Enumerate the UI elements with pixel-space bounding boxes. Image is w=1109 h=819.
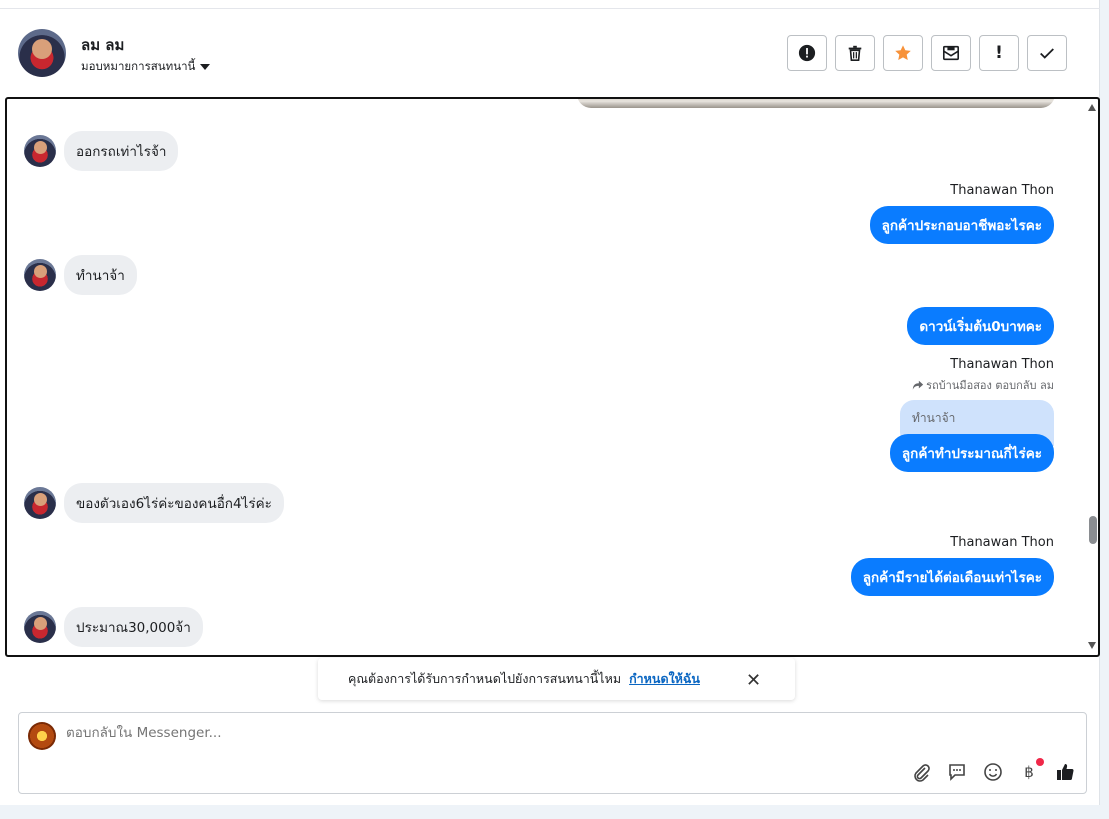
image-attachment[interactable] xyxy=(577,99,1055,108)
assign-to-me-link[interactable]: กำหนดให้ฉัน xyxy=(629,669,700,689)
caret-down-icon xyxy=(200,64,211,70)
delete-button[interactable] xyxy=(835,35,875,71)
message-bubble[interactable]: ทำนาจ้า xyxy=(64,255,137,295)
spam-button[interactable] xyxy=(787,35,827,71)
message-incoming: ทำนาจ้า xyxy=(24,255,137,295)
message-incoming: ของตัวเอง6ไร่ค่ะของคนอื่ก4ไร่ค่ะ xyxy=(24,483,284,523)
done-button[interactable] xyxy=(1027,35,1067,71)
avatar[interactable] xyxy=(24,611,56,643)
notice-text: คุณต้องการได้รับการกำหนดไปยังการสนทนานี้… xyxy=(348,671,622,686)
message-outgoing: Thanawan Thon ลูกค้าประกอบอาชีพอะไรคะ xyxy=(869,183,1054,244)
assign-notice: คุณต้องการได้รับการกำหนดไปยังการสนทนานี้… xyxy=(318,658,795,700)
reply-meta-text: รถบ้านมือสอง ตอบกลับ ลม xyxy=(926,379,1054,392)
alert-circle-icon xyxy=(798,44,816,62)
message-incoming: ประมาณ30,000จ้า xyxy=(24,607,203,647)
notification-dot xyxy=(1036,758,1044,766)
avatar[interactable] xyxy=(24,259,56,291)
thumbs-up-icon xyxy=(1057,764,1074,781)
message-bubble[interactable]: ลูกค้าทำประมาณกี่ไร่คะ xyxy=(889,434,1054,472)
message-bubble[interactable]: ของตัวเอง6ไร่ค่ะของคนอื่ก4ไร่ค่ะ xyxy=(64,483,284,523)
message-outgoing: Thanawan Thon ลูกค้ามีรายได้ต่อเดือนเท่า… xyxy=(850,535,1054,596)
message-bubble[interactable]: ประมาณ30,000จ้า xyxy=(64,607,203,647)
emoji-button[interactable] xyxy=(982,761,1004,783)
mark-unread-button[interactable] xyxy=(931,35,971,71)
composer-tools: ฿ xyxy=(910,758,1076,783)
payment-button[interactable]: ฿ xyxy=(1018,758,1044,783)
close-icon[interactable]: ✕ xyxy=(746,670,761,691)
message-incoming: ออกรถเท่าไรจ้า xyxy=(24,131,179,171)
trash-icon xyxy=(848,45,862,62)
header-actions: ! xyxy=(787,35,1067,71)
star-button[interactable] xyxy=(883,35,923,71)
message-thread[interactable]: ออกรถเท่าไรจ้า Thanawan Thon ลูกค้าประกอ… xyxy=(5,97,1100,657)
scrollbar-thumb[interactable] xyxy=(1089,516,1097,544)
scroll-down-arrow[interactable] xyxy=(1088,642,1096,649)
assign-dropdown[interactable]: มอบหมายการสนทนานี้ xyxy=(81,58,211,76)
exclamation-icon: ! xyxy=(995,43,1003,63)
star-icon xyxy=(895,45,911,61)
conversation-panel: ลม ลม มอบหมายการสนทนานี้ ! ออกรถเท่าไรจ้… xyxy=(0,0,1100,805)
sender-name: Thanawan Thon xyxy=(950,183,1054,198)
message-bubble[interactable]: ออกรถเท่าไรจ้า xyxy=(64,131,179,171)
reply-input[interactable] xyxy=(66,725,766,741)
message-bubble[interactable]: ดาวน์เริ่มต้น0บาทคะ xyxy=(907,307,1054,345)
page-avatar xyxy=(28,722,56,750)
sender-name: Thanawan Thon xyxy=(950,535,1054,550)
reply-arrow-icon xyxy=(912,380,924,390)
chat-bubble-icon xyxy=(949,764,965,781)
like-button[interactable] xyxy=(1054,761,1076,783)
message-outgoing: ดาวน์เริ่มต้น0บาทคะ xyxy=(907,307,1054,345)
envelope-icon xyxy=(942,45,960,61)
message-outgoing-reply: Thanawan Thon รถบ้านมือสอง ตอบกลับ ลม ทำ… xyxy=(889,357,1054,472)
paperclip-icon xyxy=(914,764,930,782)
attach-button[interactable] xyxy=(910,761,932,783)
scroll-up-arrow[interactable] xyxy=(1088,104,1096,111)
smiley-icon xyxy=(984,763,1002,781)
message-bubble[interactable]: ลูกค้ามีรายได้ต่อเดือนเท่าไรคะ xyxy=(850,558,1054,596)
saved-replies-button[interactable] xyxy=(946,761,968,783)
message-bubble[interactable]: ลูกค้าประกอบอาชีพอะไรคะ xyxy=(869,206,1054,244)
baht-icon: ฿ xyxy=(1024,763,1034,781)
follow-up-button[interactable]: ! xyxy=(979,35,1019,71)
check-icon xyxy=(1040,48,1054,59)
avatar[interactable] xyxy=(24,135,56,167)
sender-name: Thanawan Thon xyxy=(950,357,1054,372)
assign-label: มอบหมายการสนทนานี้ xyxy=(81,59,196,73)
reply-meta: รถบ้านมือสอง ตอบกลับ ลม xyxy=(912,376,1054,394)
contact-avatar[interactable] xyxy=(18,29,66,77)
avatar[interactable] xyxy=(24,487,56,519)
conversation-header: ลม ลม มอบหมายการสนทนานี้ ! xyxy=(0,9,1100,97)
reply-composer: ฿ xyxy=(18,712,1087,794)
contact-name[interactable]: ลม ลม xyxy=(81,33,124,57)
